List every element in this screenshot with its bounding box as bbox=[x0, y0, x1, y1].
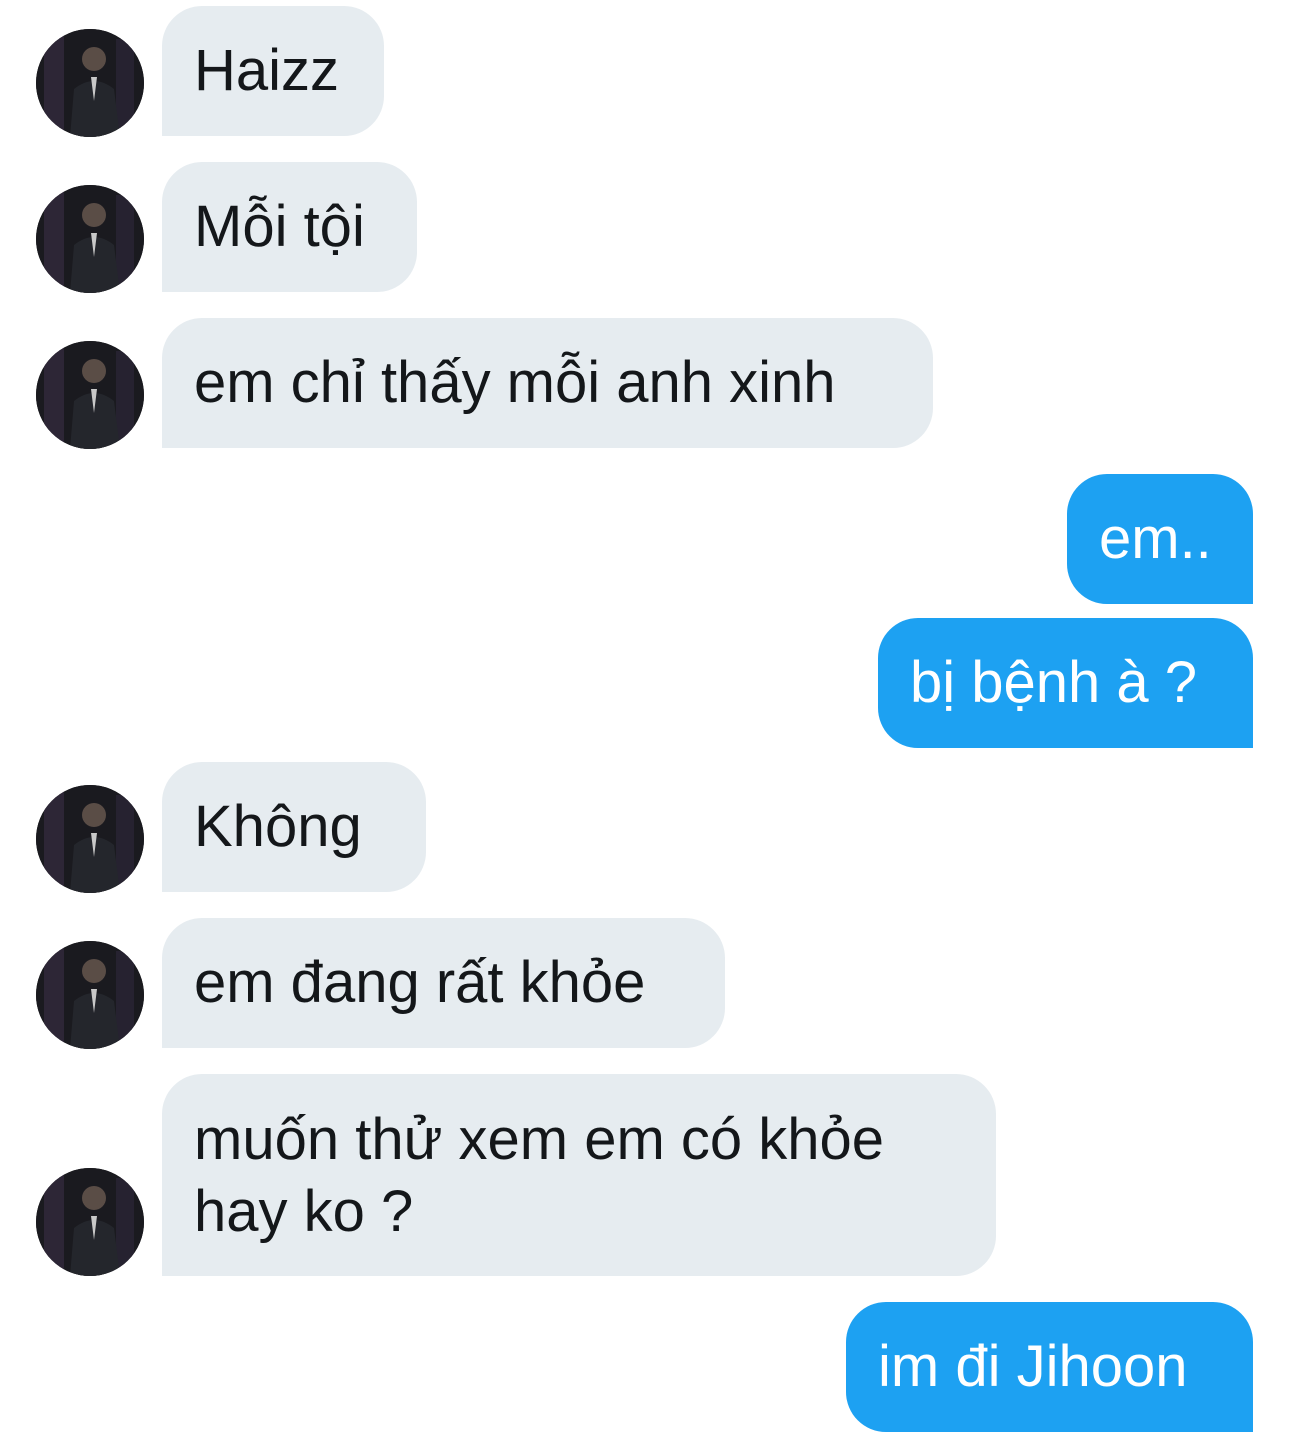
message-row-incoming: Haizz bbox=[0, 6, 1290, 137]
message-row-incoming: Không bbox=[0, 762, 1290, 893]
message-bubble[interactable]: bị bệnh à ? bbox=[878, 618, 1253, 748]
message-bubble[interactable]: Không bbox=[162, 762, 426, 892]
message-bubble[interactable]: em đang rất khỏe bbox=[162, 918, 725, 1048]
contact-avatar-icon[interactable] bbox=[36, 1168, 144, 1276]
message-bubble[interactable]: muốn thử xem em có khỏe hay ko ? bbox=[162, 1074, 996, 1276]
contact-avatar-icon[interactable] bbox=[36, 341, 144, 449]
message-row-incoming: em đang rất khỏe bbox=[0, 918, 1290, 1049]
message-row-incoming: muốn thử xem em có khỏe hay ko ? bbox=[0, 1074, 1290, 1276]
message-row-outgoing: im đi Jihoon bbox=[0, 1302, 1290, 1432]
message-bubble[interactable]: Haizz bbox=[162, 6, 384, 136]
contact-avatar-icon[interactable] bbox=[36, 29, 144, 137]
message-bubble[interactable]: im đi Jihoon bbox=[846, 1302, 1253, 1432]
message-bubble[interactable]: Mỗi tội bbox=[162, 162, 417, 292]
contact-avatar-icon[interactable] bbox=[36, 785, 144, 893]
message-row-incoming: Mỗi tội bbox=[0, 162, 1290, 293]
contact-avatar-icon[interactable] bbox=[36, 941, 144, 1049]
message-row-outgoing: bị bệnh à ? bbox=[0, 618, 1290, 748]
message-row-outgoing: em.. bbox=[0, 474, 1290, 604]
message-bubble[interactable]: em.. bbox=[1067, 474, 1253, 604]
contact-avatar-icon[interactable] bbox=[36, 185, 144, 293]
message-row-incoming: em chỉ thấy mỗi anh xinh bbox=[0, 318, 1290, 449]
message-bubble[interactable]: em chỉ thấy mỗi anh xinh bbox=[162, 318, 933, 448]
